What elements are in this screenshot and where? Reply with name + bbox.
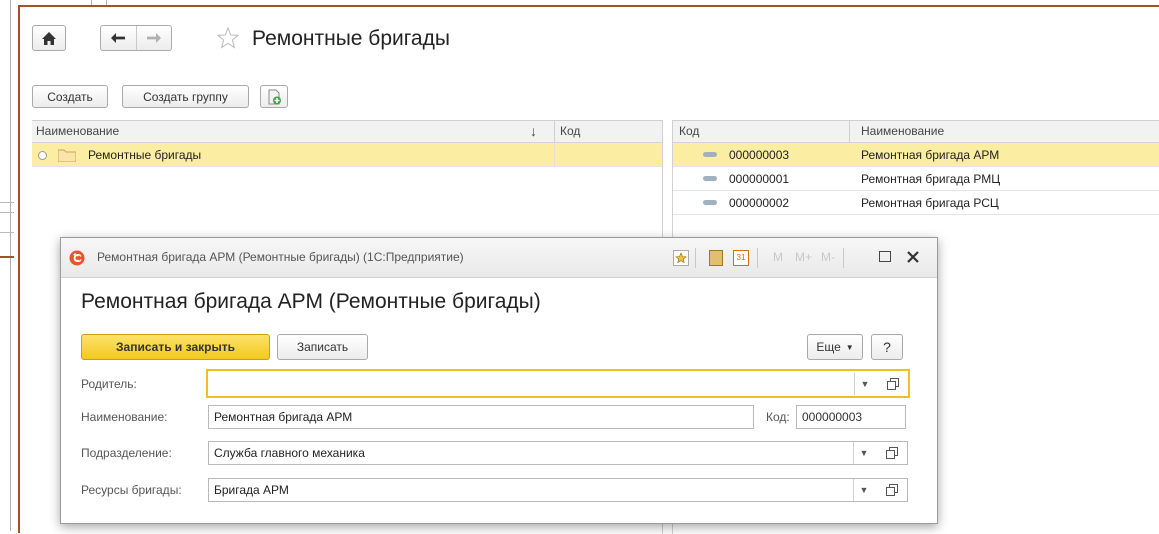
save-and-close-button[interactable]: Записать и закрыть xyxy=(81,334,270,360)
create-button[interactable]: Создать xyxy=(32,85,108,108)
division-field[interactable]: Служба главного механика ▼ xyxy=(208,441,908,465)
row-code: 000000001 xyxy=(729,172,790,186)
arrow-right-icon xyxy=(146,33,161,43)
dialog-heading: Ремонтная бригада АРМ (Ремонтные бригады… xyxy=(81,290,541,313)
memory-plus-button[interactable]: M+ xyxy=(795,250,812,264)
dialog-window-title: Ремонтная бригада АРМ (Ремонтные бригады… xyxy=(97,250,464,264)
chevron-down-icon[interactable]: ▼ xyxy=(853,442,874,464)
history-nav xyxy=(100,25,172,51)
favorite-tool-button[interactable] xyxy=(673,250,689,266)
items-table-header: Код Наименование xyxy=(673,121,1159,143)
item-form-dialog: Ремонтная бригада АРМ (Ремонтные бригады… xyxy=(60,237,938,524)
close-icon[interactable] xyxy=(907,251,919,263)
save-button[interactable]: Записать xyxy=(277,334,368,360)
item-icon xyxy=(703,152,717,157)
code-field[interactable]: 000000003 xyxy=(796,405,906,429)
calculator-icon[interactable] xyxy=(709,250,723,266)
column-header-code[interactable]: Код xyxy=(560,121,580,142)
row-code: 000000002 xyxy=(729,196,790,210)
star-icon xyxy=(216,26,240,49)
page-title: Ремонтные бригады xyxy=(252,27,450,50)
app-logo-icon xyxy=(69,250,85,266)
add-document-icon xyxy=(268,89,281,104)
column-header-name[interactable]: Наименование xyxy=(861,121,944,142)
home-icon xyxy=(42,31,56,45)
star-icon xyxy=(675,252,687,264)
back-button[interactable] xyxy=(101,26,137,50)
resources-value: Бригада АРМ xyxy=(214,483,289,497)
row-name: Ремонтная бригада РСЦ xyxy=(861,196,999,210)
resources-label: Ресурсы бригады: xyxy=(81,483,182,497)
item-icon xyxy=(703,176,717,181)
memory-button[interactable]: M xyxy=(773,250,783,264)
row-name: Ремонтные бригады xyxy=(88,148,202,162)
parent-field[interactable]: ▼ xyxy=(206,369,910,398)
row-code: 000000003 xyxy=(729,148,790,162)
maximize-button[interactable] xyxy=(879,251,891,262)
division-value: Служба главного механика xyxy=(214,446,365,460)
memory-minus-button[interactable]: M- xyxy=(821,250,835,264)
open-icon[interactable] xyxy=(881,479,903,501)
parent-label: Родитель: xyxy=(81,377,137,391)
table-row[interactable]: 000000002 Ремонтная бригада РСЦ xyxy=(673,191,1159,215)
row-marker-icon xyxy=(38,151,47,160)
more-label: Еще xyxy=(816,340,841,354)
sort-desc-icon: ↓ xyxy=(530,123,537,139)
table-row[interactable]: 000000003 Ремонтная бригада АРМ xyxy=(673,143,1159,167)
table-row[interactable]: Ремонтные бригады xyxy=(32,143,662,167)
division-label: Подразделение: xyxy=(81,446,172,460)
resources-field[interactable]: Бригада АРМ ▼ xyxy=(208,478,908,502)
more-menu-button[interactable]: Еще ▼ xyxy=(807,334,863,360)
folder-icon xyxy=(58,149,76,162)
open-icon[interactable] xyxy=(882,373,904,395)
favorite-button[interactable] xyxy=(216,26,242,52)
code-label: Код: xyxy=(766,410,790,424)
arrow-left-icon xyxy=(111,33,126,43)
column-header-name[interactable]: Наименование xyxy=(36,121,119,142)
dialog-titlebar[interactable]: Ремонтная бригада АРМ (Ремонтные бригады… xyxy=(61,238,937,278)
name-label: Наименование: xyxy=(81,410,168,424)
chevron-down-icon: ▼ xyxy=(845,342,854,352)
chevron-down-icon[interactable]: ▼ xyxy=(854,373,875,395)
chevron-down-icon[interactable]: ▼ xyxy=(853,479,874,501)
background-lines xyxy=(0,190,14,270)
row-name: Ремонтная бригада РМЦ xyxy=(861,172,1001,186)
item-icon xyxy=(703,200,717,205)
add-document-button[interactable] xyxy=(260,85,288,108)
calendar-icon[interactable]: 31 xyxy=(733,250,749,266)
column-header-code[interactable]: Код xyxy=(679,121,699,142)
row-name: Ремонтная бригада АРМ xyxy=(861,148,1000,162)
create-group-button[interactable]: Создать группу xyxy=(122,85,249,108)
forward-button[interactable] xyxy=(137,26,172,50)
name-field[interactable]: Ремонтная бригада АРМ xyxy=(208,405,754,429)
home-button[interactable] xyxy=(32,25,66,51)
help-button[interactable]: ? xyxy=(871,334,903,360)
table-row[interactable]: 000000001 Ремонтная бригада РМЦ xyxy=(673,167,1159,191)
open-icon[interactable] xyxy=(881,442,903,464)
groups-table-header: Наименование ↓ Код xyxy=(32,121,662,143)
